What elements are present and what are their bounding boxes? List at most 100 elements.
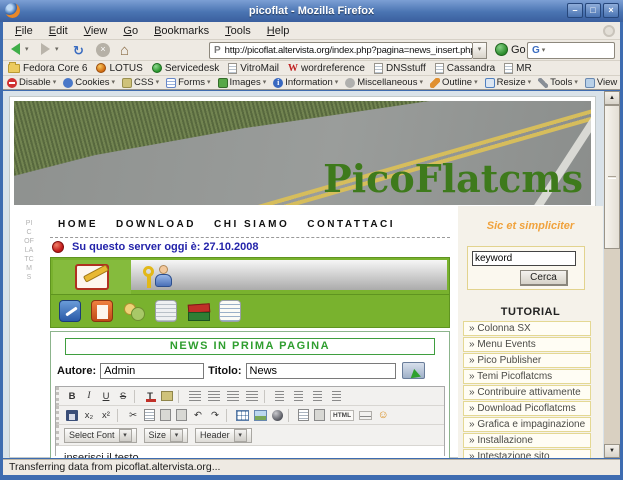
smiley-button[interactable]: ☺ [375,408,391,423]
insert-anchor-button[interactable] [272,409,283,421]
forward-button[interactable] [41,43,50,55]
print-button[interactable] [314,409,325,421]
url-history-dropdown[interactable]: ▾ [473,42,487,59]
indent-button[interactable] [332,391,344,401]
font-select[interactable]: Select Font ▾ [64,427,137,443]
menu-bookmarks[interactable]: Bookmarks [146,23,217,39]
italic-button[interactable]: I [81,389,97,404]
bullet-list-button[interactable] [275,391,287,401]
go-button[interactable]: Go [511,44,526,56]
insert-table-button[interactable] [236,409,249,421]
superscript-button[interactable]: x² [98,408,114,423]
insert-image-button[interactable] [254,409,267,421]
cerca-button[interactable]: Cerca [520,270,568,286]
maximize-button[interactable]: □ [585,3,601,18]
tab-edit-news[interactable] [53,260,131,294]
tutorial-item-pico-publisher[interactable]: » Pico Publisher [463,353,591,368]
cut-button[interactable]: ✂ [125,408,141,423]
devbar-tools[interactable]: Tools ▾ [538,76,578,89]
tab-users[interactable] [143,264,177,290]
strikethrough-button[interactable]: S [115,389,131,404]
outdent-button[interactable] [313,391,325,401]
redo-button[interactable]: ↷ [207,408,223,423]
url-bar[interactable]: P [209,42,473,59]
editor-body[interactable]: inserisci il testo [56,446,444,458]
header-select[interactable]: Header ▾ [195,427,252,443]
back-dropdown[interactable]: ▾ [25,43,29,57]
align-right-button[interactable] [227,391,239,401]
devbar-information[interactable]: i Information ▾ [273,76,338,89]
minimize-button[interactable]: – [567,3,583,18]
author-input[interactable] [100,362,205,379]
bookmark-vitromail[interactable]: VitroMail [228,62,279,74]
document-icon[interactable] [155,300,177,322]
scroll-down-button[interactable]: ▼ [604,444,620,458]
bookmark-wordreference[interactable]: Wwordreference [288,63,365,74]
menu-tools[interactable]: Tools [217,23,259,39]
copy-button[interactable] [144,409,155,421]
titolo-input[interactable] [245,362,396,379]
forward-dropdown[interactable]: ▾ [55,43,59,57]
devbar-resize[interactable]: Resize ▾ [484,76,531,89]
underline-button[interactable]: U [98,389,114,404]
bookmark-mr[interactable]: MR [504,62,532,74]
font-color-button[interactable]: T [142,389,158,404]
menu-help[interactable]: Help [259,23,298,39]
bookmark-lotus[interactable]: LOTUS [96,63,143,74]
devbar-outline[interactable]: Outline ▾ [429,76,478,89]
edit-pen-icon[interactable] [59,300,81,322]
menu-view[interactable]: View [76,23,116,39]
keyword-input[interactable] [472,251,576,266]
bookmark-dnsstuff[interactable]: DNSstuff [373,62,426,74]
menu-go[interactable]: Go [115,23,146,39]
search-engine-dropdown[interactable]: ▾ [542,44,546,58]
subscript-button[interactable]: x₂ [81,408,97,423]
tutorial-item-temi[interactable]: » Temi Picoflatcms [463,369,591,384]
undo-button[interactable]: ↶ [190,408,206,423]
books-icon[interactable] [187,300,210,322]
tutorial-item-colonna-sx[interactable]: » Colonna SX [463,321,591,336]
back-button[interactable] [11,43,20,55]
scrollbar-thumb[interactable] [604,105,620,249]
bookmark-servicedesk[interactable]: Servicedesk [151,63,219,74]
highlight-color-button[interactable] [161,391,173,401]
users-group-icon[interactable] [123,300,145,322]
nav-contattaci[interactable]: CONTATTACI [307,219,395,230]
paste-word-button[interactable] [176,409,187,421]
menu-file[interactable]: File [7,23,41,39]
bookmark-fedora[interactable]: Fedora Core 6 [8,61,87,74]
nav-download[interactable]: DOWNLOAD [116,219,196,230]
bold-button[interactable]: B [64,389,80,404]
tutorial-item-contribuire[interactable]: » Contribuire attivamente [463,385,591,400]
html-source-button[interactable]: HTML [330,409,355,421]
align-left-button[interactable] [189,391,201,401]
devbar-miscellaneous[interactable]: Miscellaneous ▾ [345,76,423,89]
stop-icon[interactable]: × [96,43,110,57]
devbar-images[interactable]: Images ▾ [217,76,266,89]
devbar-cookies[interactable]: Cookies ▾ [63,76,115,89]
tutorial-item-menu-events[interactable]: » Menu Events [463,337,591,352]
devbar-disable[interactable]: Disable ▾ [7,76,56,89]
menu-edit[interactable]: Edit [41,23,76,39]
paste-button[interactable] [160,409,171,421]
close-button[interactable]: × [603,3,619,18]
home-icon[interactable]: ⌂ [120,43,129,58]
vertical-scrollbar[interactable]: ▲ ▼ [604,91,620,458]
scroll-up-button[interactable]: ▲ [604,91,620,105]
numbered-list-button[interactable] [294,391,306,401]
tutorial-item-installazione[interactable]: » Installazione [463,433,591,448]
devbar-css[interactable]: CSS ▾ [122,76,159,89]
page-edit-icon[interactable] [91,300,113,322]
align-center-button[interactable] [208,391,220,401]
save-button[interactable] [66,409,78,421]
preview-button[interactable] [298,409,309,421]
devbar-view-source[interactable]: View Source▾ [584,76,620,89]
reload-icon[interactable]: ↻ [73,43,84,58]
tutorial-item-intestazione[interactable]: » Intestazione sito [463,449,591,458]
horizontal-rule-button[interactable] [359,410,373,420]
tutorial-item-grafica[interactable]: » Grafica e impaginazione [463,417,591,432]
tutorial-item-download[interactable]: » Download Picoflatcms [463,401,591,416]
nav-home[interactable]: HOME [58,219,98,230]
align-justify-button[interactable] [246,391,258,401]
submit-insert-icon[interactable] [401,362,425,379]
